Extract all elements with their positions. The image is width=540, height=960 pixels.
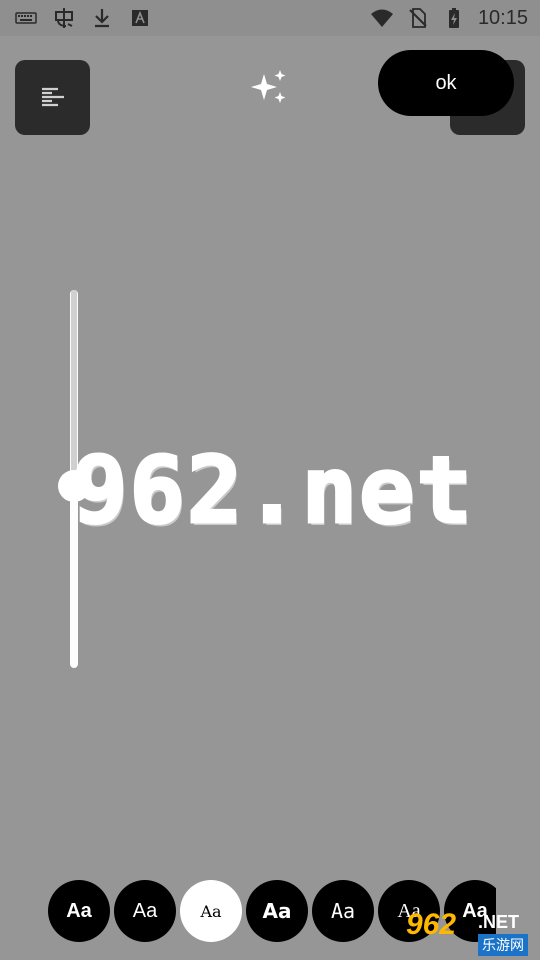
align-left-icon [41,87,64,106]
ok-button[interactable]: ok [378,50,514,116]
text-app-icon [132,10,148,26]
font-option[interactable]: Aa [312,880,374,942]
status-bar-right: 10:15 [370,6,528,30]
status-bar-left [14,6,152,30]
wifi-icon [370,9,393,27]
text-align-button[interactable] [15,60,90,135]
font-option-selected[interactable]: Aa [180,880,242,942]
battery-icon [448,8,459,28]
keyboard-icon [15,12,37,24]
watermark-domain: .NET [478,912,520,932]
site-watermark-logo: 962 .NET 乐游网 [400,908,540,960]
font-option[interactable]: Aa [246,880,308,942]
font-option[interactable]: Aa [114,880,176,942]
download-icon [95,9,109,28]
watermark-chinese: 乐游网 [478,934,528,956]
editable-text[interactable]: 962.net [48,410,498,570]
no-sim-icon [409,8,427,28]
font-option[interactable]: Aa [48,880,110,942]
status-time: 10:15 [477,6,528,29]
app-bug-icon [55,8,73,28]
watermark-number: 962 [406,908,457,941]
sparkle-icon[interactable] [250,68,290,108]
status-bar: 10:15 [0,0,540,36]
